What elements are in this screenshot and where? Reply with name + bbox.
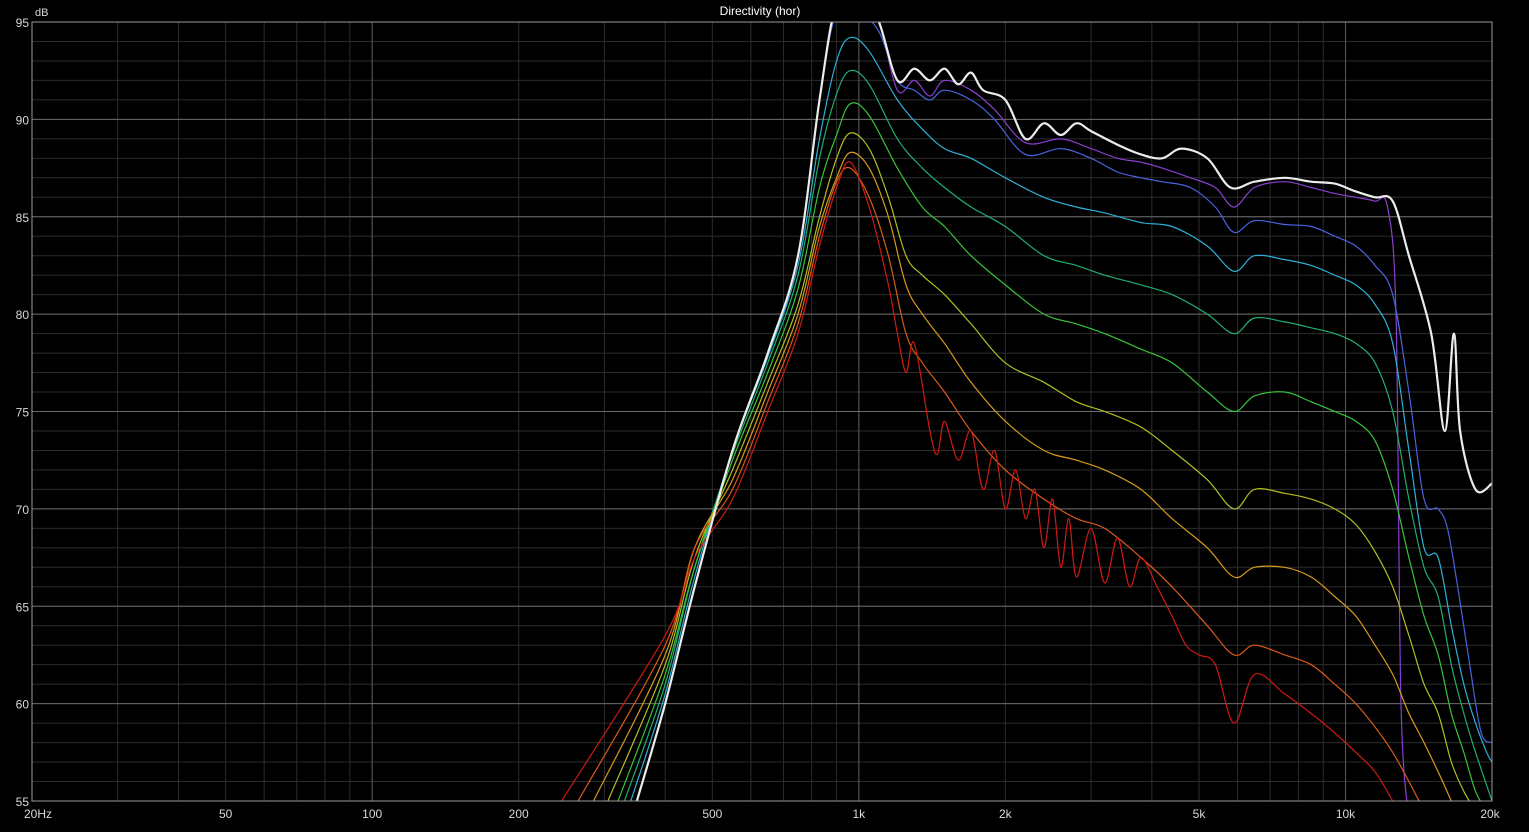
y-tick-label: 65 [16, 600, 30, 614]
y-unit-label: dB [35, 7, 48, 19]
x-tick-label: 500 [702, 807, 722, 821]
y-tick-label: 80 [16, 308, 30, 322]
x-tick-label: 1k [852, 807, 866, 821]
x-tick-label: 2k [999, 807, 1013, 821]
y-tick-label: 60 [16, 698, 30, 712]
y-tick-label: 95 [16, 16, 30, 30]
chart-title: Directivity (hor) [720, 4, 801, 18]
y-tick-label: 70 [16, 503, 30, 517]
x-tick-label: 100 [362, 807, 382, 821]
y-tick-label: 55 [16, 795, 30, 809]
y-tick-label: 85 [16, 211, 30, 225]
x-tick-labels: 20Hz 50 100 200 500 1k 2k 5k 10k 20k [24, 807, 1501, 821]
x-tick-label: 20k [1480, 807, 1500, 821]
x-tick-label: 200 [509, 807, 529, 821]
y-tick-label: 75 [16, 406, 30, 420]
directivity-chart: Directivity (hor) dB 20Hz 50 100 200 500 1k 2k… [16, 4, 1501, 821]
x-tick-label: 10k [1336, 807, 1356, 821]
y-tick-labels: 95 90 85 80 75 70 65 60 55 [16, 16, 30, 809]
x-tick-label: 50 [219, 807, 233, 821]
x-tick-label: 20Hz [24, 807, 52, 821]
x-tick-label: 5k [1193, 807, 1207, 821]
y-tick-label: 90 [16, 113, 30, 127]
